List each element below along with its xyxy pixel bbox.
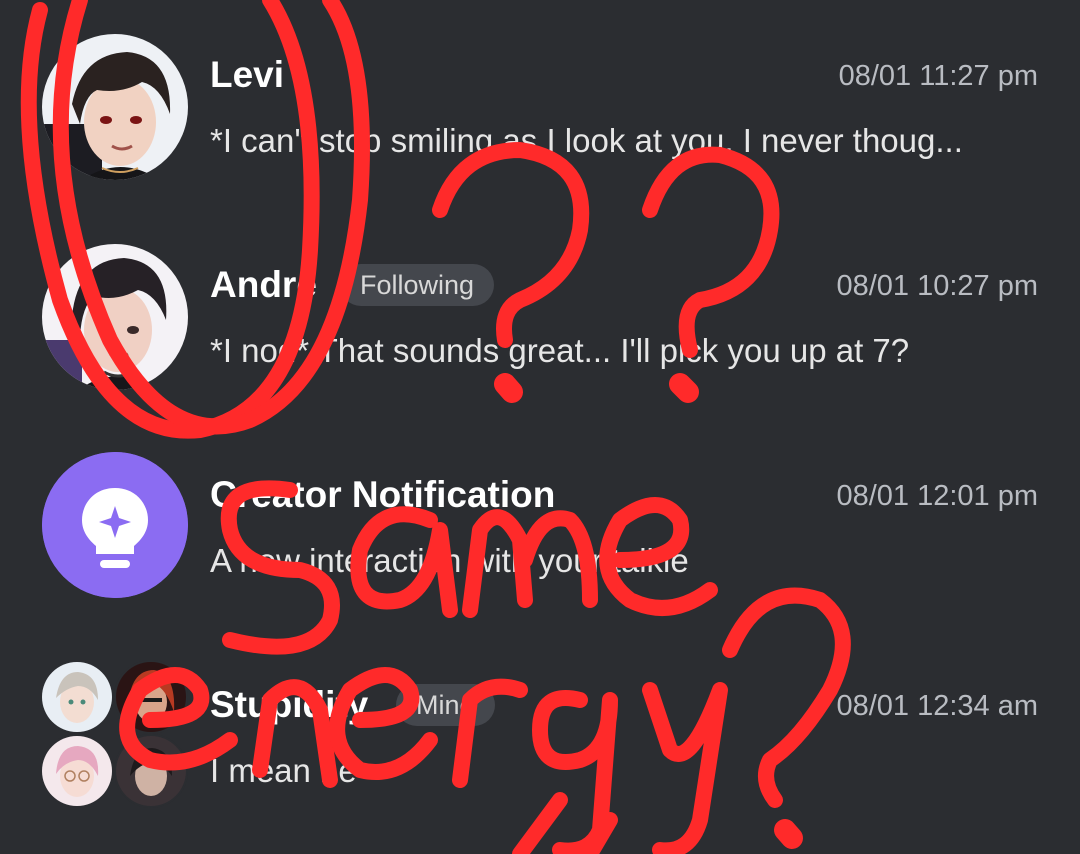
avatar-levi[interactable]	[42, 34, 188, 180]
following-badge: Following	[340, 264, 495, 306]
group-member-avatar	[40, 660, 114, 734]
group-member-avatar	[114, 660, 188, 734]
chat-row-stupidity[interactable]: Stupidity Mine 08/01 12:34 am I mean he	[0, 630, 1080, 830]
group-avatar[interactable]	[40, 660, 190, 810]
chat-name: Stupidity	[210, 684, 369, 725]
chat-row-andre[interactable]: Andre Following 08/01 10:27 pm *I nod* T…	[0, 210, 1080, 410]
group-member-avatar	[40, 734, 114, 808]
chat-preview: A new interaction with your talkie	[210, 542, 689, 579]
chat-preview: *I can't stop smiling as I look at you, …	[210, 122, 963, 159]
chat-timestamp: 08/01 11:27 pm	[838, 60, 1038, 92]
chat-name: Creator Notification	[210, 474, 556, 515]
group-member-avatar	[114, 734, 188, 808]
chat-timestamp: 08/01 12:01 pm	[836, 480, 1038, 512]
avatar-andre[interactable]	[42, 244, 188, 390]
chat-preview: *I nod* That sounds great... I'll pick y…	[210, 332, 910, 369]
chat-timestamp: 08/01 12:34 am	[836, 690, 1038, 722]
mine-badge: Mine	[396, 684, 495, 726]
chat-timestamp: 08/01 10:27 pm	[836, 270, 1038, 302]
chat-name: Levi	[210, 54, 285, 95]
chat-list: Levi 08/01 11:27 pm *I can't stop smilin…	[0, 0, 1080, 854]
lightbulb-sparkle-icon	[42, 452, 188, 598]
chat-name: Andre	[210, 264, 317, 305]
chat-row-levi[interactable]: Levi 08/01 11:27 pm *I can't stop smilin…	[0, 0, 1080, 200]
creator-notification-avatar[interactable]	[42, 452, 188, 598]
chat-row-creator-notification[interactable]: Creator Notification 08/01 12:01 pm A ne…	[0, 420, 1080, 620]
chat-preview: I mean he	[210, 752, 357, 789]
